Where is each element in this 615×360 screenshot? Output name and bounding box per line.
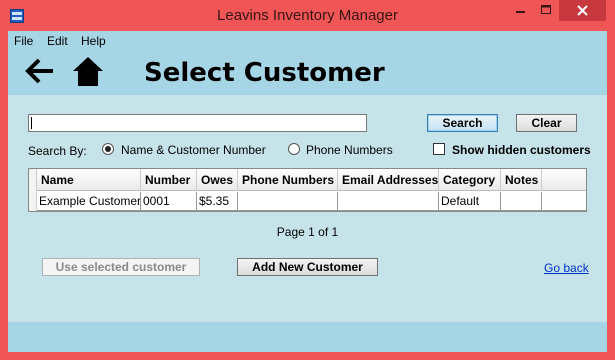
minimize-icon [516,11,525,13]
close-button[interactable] [559,0,606,21]
customer-grid[interactable]: Name Number Owes Phone Numbers Email Add… [28,168,587,212]
cell-owes[interactable]: $5.35 [197,192,238,210]
go-back-link[interactable]: Go back [544,261,589,275]
maximize-icon [541,5,551,14]
close-icon [577,5,588,16]
show-hidden-label[interactable]: Show hidden customers [452,143,591,157]
maximize-button[interactable] [533,0,559,21]
text-caret [31,117,32,129]
column-header-category[interactable]: Category [439,169,501,191]
column-header-email-addresses[interactable]: Email Addresses [338,169,439,191]
cell-number[interactable]: 0001 [141,192,197,210]
radio-label-name-customer-number[interactable]: Name & Customer Number [121,143,266,157]
show-hidden-checkbox[interactable] [433,143,445,155]
home-icon[interactable] [72,55,104,87]
row-divider [37,210,586,211]
client-area: File Edit Help Select Customer Search Cl… [8,31,607,352]
grid-header: Name Number Owes Phone Numbers Email Add… [29,169,586,191]
cell-category[interactable]: Default [439,192,501,210]
column-header-owes[interactable]: Owes [197,169,238,191]
use-selected-customer-button[interactable]: Use selected customer [42,258,200,276]
minimize-button[interactable] [507,0,533,21]
column-header-notes[interactable]: Notes [501,169,542,191]
menu-help[interactable]: Help [81,34,106,48]
column-header-name[interactable]: Name [37,169,141,191]
search-button[interactable]: Search [427,114,498,132]
add-new-customer-button[interactable]: Add New Customer [237,258,378,276]
menu-file[interactable]: File [14,34,33,48]
cell-notes[interactable] [501,192,542,210]
app-window: Leavins Inventory Manager File Edit Help… [0,0,615,360]
clear-button[interactable]: Clear [516,114,577,132]
page-title: Select Customer [144,58,385,88]
title-bar[interactable]: Leavins Inventory Manager [0,0,615,31]
footer-band [8,322,607,352]
radio-label-phone-numbers[interactable]: Phone Numbers [306,143,393,157]
search-input[interactable] [28,114,367,132]
cell-name[interactable]: Example Customer [37,192,141,210]
cell-email-addresses[interactable] [338,192,439,210]
back-arrow-icon[interactable] [24,55,54,87]
menu-bar: File Edit Help [8,31,607,51]
radio-name-customer-number[interactable] [102,143,114,155]
search-by-label: Search By: [28,144,87,158]
cell-phone-numbers[interactable] [238,192,338,210]
column-header-number[interactable]: Number [141,169,197,191]
radio-phone-numbers[interactable] [288,143,300,155]
column-header-phone-numbers[interactable]: Phone Numbers [238,169,338,191]
menu-edit[interactable]: Edit [47,34,68,48]
cell-filler [542,192,586,210]
header-band: Select Customer [8,51,607,95]
row-header[interactable] [29,169,37,211]
page-indicator: Page 1 of 1 [276,225,339,239]
column-header-filler [542,169,586,191]
